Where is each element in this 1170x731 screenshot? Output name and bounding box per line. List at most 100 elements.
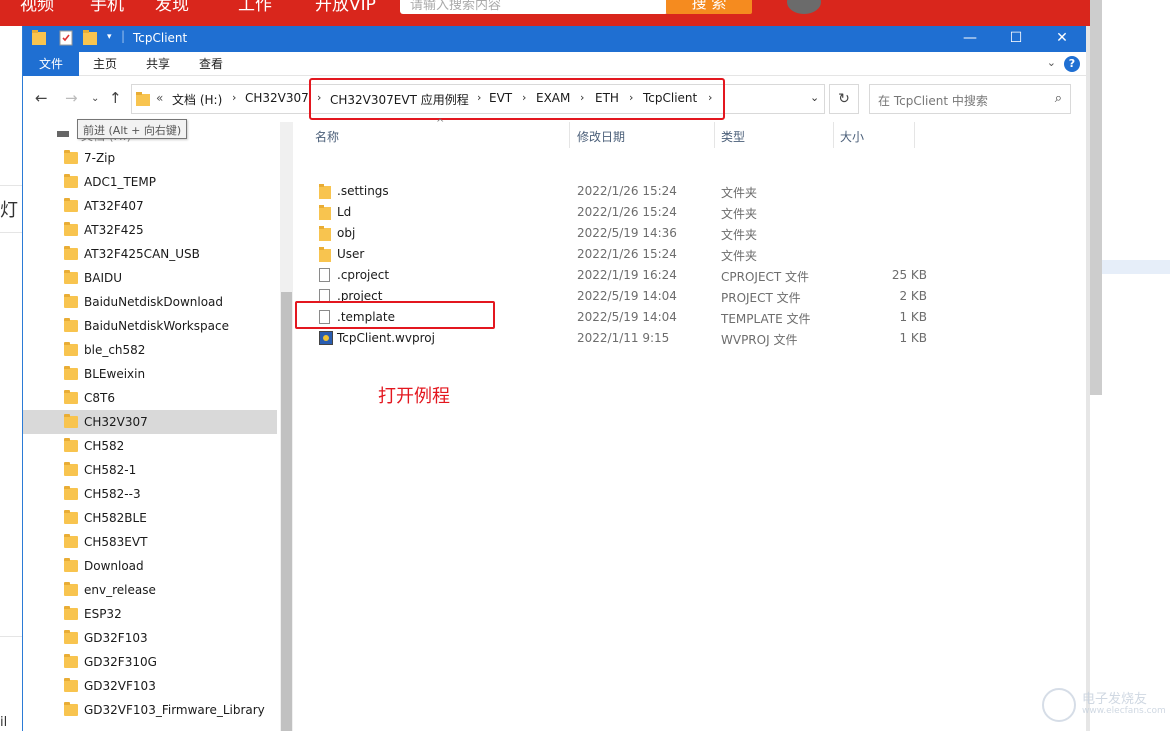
tab-file[interactable]: 文件 [23,52,79,76]
nav-folder-item[interactable]: ESP32 [23,602,277,626]
maximize-button[interactable]: ☐ [993,26,1039,52]
bg-left-text-2: il [0,715,8,730]
nav-folder-item[interactable]: C8T6 [23,386,277,410]
tab-home[interactable]: 主页 [85,52,125,76]
nav-folder-label: BaiduNetdiskDownload [84,295,224,309]
bg-search-button: 搜 索 [666,0,752,14]
breadcrumb-ch32v307[interactable]: CH32V307 [245,91,309,105]
column-divider[interactable] [714,122,715,148]
breadcrumb-drive[interactable]: 文档 (H:) [172,91,222,108]
file-type: 文件夹 [721,249,758,263]
nav-folder-item[interactable]: GD32F103 [23,626,277,650]
nav-folder-item[interactable]: env_release [23,578,277,602]
file-date: 2022/1/19 16:24 [577,268,677,282]
nav-folder-item[interactable]: ble_ch582 [23,338,277,362]
bg-nav-work: 工作 [238,0,272,15]
file-row[interactable]: .cproject 2022/1/19 16:24 CPROJECT 文件 25 KB [315,265,935,286]
nav-folder-item[interactable]: ADC1_TEMP [23,170,277,194]
folder-icon [319,205,331,220]
nav-folder-label: 7-Zip [84,151,116,165]
column-header-name[interactable]: 名称 [315,128,339,145]
column-header-date[interactable]: 修改日期 [577,128,625,145]
nav-folder-label: CH583EVT [84,535,148,549]
background-right [1090,0,1170,731]
file-row[interactable]: .settings 2022/1/26 15:24 文件夹 [315,181,935,202]
column-divider[interactable] [833,122,834,148]
nav-folder-item[interactable]: BLEweixin [23,362,277,386]
close-button[interactable]: ✕ [1039,26,1085,52]
nav-folder-item[interactable]: Download [23,554,277,578]
file-row[interactable]: TcpClient.wvproj 2022/1/11 9:15 WVPROJ 文件 1… [315,328,935,349]
nav-folder-item[interactable]: CH32V307 [23,410,277,434]
column-header-type[interactable]: 类型 [721,128,745,145]
breadcrumb-separator-icon[interactable]: › [232,91,236,104]
quick-access-dropdown-icon[interactable]: ▾ [107,32,112,42]
nav-folder-item[interactable]: CH582 [23,434,277,458]
nav-folder-item[interactable]: BAIDU [23,266,277,290]
nav-folder-item[interactable]: BaiduNetdiskWorkspace [23,314,277,338]
forward-arrow-icon[interactable]: → [65,89,78,107]
nav-folder-item[interactable]: CH582--3 [23,482,277,506]
bg-nav-video: 视频 [20,0,54,15]
nav-folder-item[interactable]: GD32VF103 [23,674,277,698]
help-button[interactable]: ? [1064,56,1080,72]
refresh-button[interactable]: ↻ [829,84,859,114]
nav-scrollbar-thumb[interactable] [281,292,292,731]
file-icon [319,268,330,282]
folder-icon [64,414,78,428]
nav-folder-item[interactable]: AT32F407 [23,194,277,218]
nav-folder-label: C8T6 [84,391,115,405]
column-header-size[interactable]: 大小 [840,128,864,145]
bg-scrollbar-thumb[interactable] [1090,0,1102,395]
file-name: .settings [337,184,389,198]
folder-icon [64,558,78,572]
file-name: .cproject [337,268,390,282]
file-row[interactable]: User 2022/1/26 15:24 文件夹 [315,244,935,265]
folder-icon [64,150,78,164]
title-separator: | [121,29,126,43]
chevron-down-icon[interactable]: ⌄ [1047,56,1056,69]
bg-divider [0,232,22,233]
back-arrow-icon[interactable]: ← [35,89,48,107]
nav-folder-label: GD32VF103_Firmware_Library [84,703,265,717]
nav-folder-label: BLEweixin [84,367,146,381]
nav-folder-item[interactable]: BaiduNetdiskDownload [23,290,277,314]
nav-folder-item[interactable]: CH583EVT [23,530,277,554]
nav-folder-item[interactable]: GD32F310G [23,650,277,674]
highlight-box-file [295,301,495,329]
file-date: 2022/5/19 14:04 [577,289,677,303]
folder-icon [64,366,78,380]
nav-folder-label: GD32VF103 [84,679,156,693]
sort-arrow-icon: ^ [436,118,445,129]
up-arrow-icon[interactable]: ↑ [109,89,122,107]
tab-share[interactable]: 共享 [138,52,178,76]
bg-highlight-band [1102,260,1170,274]
nav-folder-item[interactable]: CH582-1 [23,458,277,482]
nav-folder-item[interactable]: 7-Zip [23,146,277,170]
nav-folder-item[interactable]: GD32VF103_Firmware_Library [23,698,277,722]
minimize-button[interactable]: — [947,26,993,52]
file-type: 文件夹 [721,186,758,200]
nav-folder-label: ble_ch582 [84,343,146,357]
properties-icon[interactable] [59,30,73,49]
search-input[interactable]: 在 TcpClient 中搜索 ⌕ [869,84,1071,114]
nav-folder-item[interactable]: AT32F425 [23,218,277,242]
recent-locations-chevron-icon[interactable]: ⌄ [91,93,99,104]
file-type: TEMPLATE 文件 [721,312,811,326]
column-divider[interactable] [569,122,570,148]
new-folder-icon[interactable] [83,30,97,49]
breadcrumb-overflow[interactable]: « [156,91,163,105]
bg-nav-phone: 手机 [90,0,124,15]
address-dropdown-chevron-icon[interactable]: ⌄ [810,91,819,104]
nav-folder-item[interactable]: CH582BLE [23,506,277,530]
column-divider[interactable] [914,122,915,148]
nav-folder-label: GD32F310G [84,655,157,669]
file-row[interactable]: obj 2022/5/19 14:36 文件夹 [315,223,935,244]
ribbon: 文件 主页 共享 查看 ⌄ ? [23,52,1086,76]
nav-folder-item[interactable]: AT32F425CAN_USB [23,242,277,266]
tab-view[interactable]: 查看 [191,52,231,76]
title-bar[interactable]: ▾ | TcpClient — ☐ ✕ [23,26,1086,52]
file-name: User [337,247,365,261]
folder-icon [64,702,78,716]
file-row[interactable]: Ld 2022/1/26 15:24 文件夹 [315,202,935,223]
